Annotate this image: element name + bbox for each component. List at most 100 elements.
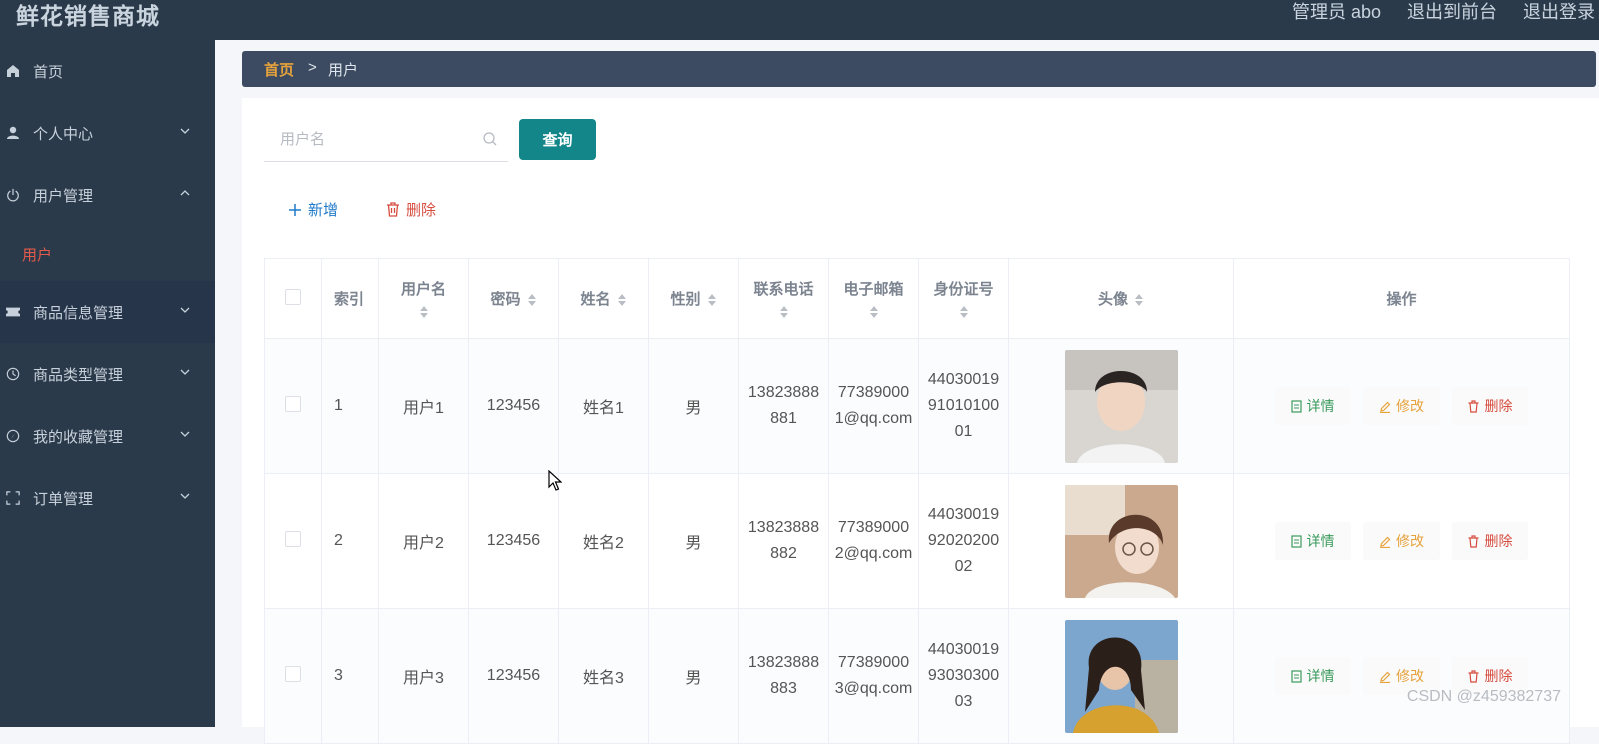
cell-avatar [1008, 338, 1234, 474]
col-phone-label: 联系电话 [753, 281, 814, 298]
avatar-image [1064, 484, 1178, 598]
delete-label: 删除 [1484, 668, 1513, 684]
trash-icon [387, 202, 399, 217]
sidebar-item-label: 商品类型管理 [33, 366, 124, 384]
breadcrumb-current: 用户 [328, 62, 359, 79]
col-avatar[interactable]: 头像 [1008, 258, 1234, 339]
cell-email: 773890002@qq.com [828, 473, 919, 609]
search-icon[interactable] [482, 131, 498, 147]
col-gender-label: 性别 [670, 291, 701, 308]
col-password-label: 密码 [490, 291, 521, 308]
sidebar-item-favorites[interactable]: 我的收藏管理 [0, 405, 215, 467]
sort-icon[interactable] [527, 293, 537, 307]
cell-username: 用户2 [378, 473, 469, 609]
idcard-text: 440300199303030003 [927, 641, 1000, 710]
exit-to-frontend-link[interactable]: 退出到前台 [1407, 0, 1497, 26]
col-avatar-label: 头像 [1097, 291, 1128, 308]
avatar-image [1064, 619, 1178, 733]
detail-button[interactable]: 详情 [1274, 387, 1351, 425]
cell-index: 1 [321, 338, 379, 474]
col-email-label: 电子邮箱 [843, 281, 904, 298]
cell-phone: 13823888882 [738, 473, 829, 609]
admin-user-link[interactable]: 管理员 abo [1292, 0, 1381, 26]
chevron-up-icon [180, 188, 190, 198]
edit-label: 修改 [1396, 398, 1424, 414]
col-password[interactable]: 密码 [468, 258, 559, 339]
chevron-down-icon [180, 126, 190, 136]
sort-icon[interactable] [869, 305, 879, 319]
pencil-icon [1380, 536, 1391, 549]
users-table: 索引 用户名 密码 姓名 性别 联系电话 电子邮箱 身份证号 头像 操作 1 用… [264, 258, 1570, 744]
add-button[interactable]: 新增 [288, 199, 338, 220]
search-field [264, 118, 508, 162]
mouse-cursor-icon [548, 470, 562, 491]
row-checkbox[interactable] [285, 665, 301, 682]
idcard-text: 440300199101010001 [927, 371, 1000, 440]
sort-icon[interactable] [707, 293, 717, 307]
email-text: 773890001@qq.com [834, 384, 913, 427]
pencil-icon [1380, 401, 1391, 414]
col-username-label: 用户名 [400, 281, 446, 298]
document-icon [1290, 535, 1302, 548]
cell-gender: 男 [648, 473, 739, 609]
chevron-down-icon [180, 429, 190, 439]
sort-icon[interactable] [1134, 293, 1144, 307]
col-username[interactable]: 用户名 [378, 258, 469, 339]
cell-avatar [1008, 473, 1234, 609]
sidebar-item-product-info[interactable]: 商品信息管理 [0, 281, 215, 343]
col-idcard-label: 身份证号 [933, 281, 994, 298]
sidebar-item-personal-center[interactable]: 个人中心 [0, 102, 215, 164]
cell-avatar [1008, 608, 1234, 744]
cell-password: 123456 [468, 338, 559, 474]
sort-icon[interactable] [959, 305, 969, 319]
ticket-icon [6, 305, 20, 319]
col-index: 索引 [321, 258, 379, 339]
edit-label: 修改 [1396, 533, 1424, 549]
sort-icon[interactable] [419, 305, 429, 319]
row-checkbox[interactable] [285, 530, 301, 547]
row-checkbox[interactable] [285, 395, 301, 412]
document-icon [1290, 400, 1302, 413]
detail-button[interactable]: 详情 [1274, 522, 1351, 560]
col-gender[interactable]: 性别 [648, 258, 739, 339]
sidebar: 首页 个人中心 用户管理 用户 商品信息管理 商品类型管理 我的收藏管理 订单管… [0, 40, 215, 727]
edit-button[interactable]: 修改 [1363, 522, 1440, 560]
col-phone[interactable]: 联系电话 [738, 258, 829, 339]
detail-button[interactable]: 详情 [1274, 657, 1351, 695]
sidebar-item-orders[interactable]: 订单管理 [0, 467, 215, 529]
col-name[interactable]: 姓名 [558, 258, 649, 339]
col-idcard[interactable]: 身份证号 [918, 258, 1009, 339]
sidebar-item-label: 首页 [33, 63, 64, 81]
delete-button[interactable]: 删除 [1452, 387, 1529, 425]
batch-delete-button[interactable]: 删除 [386, 199, 436, 220]
phone-text: 13823888882 [747, 519, 820, 562]
edit-button[interactable]: 修改 [1363, 387, 1440, 425]
cell-name: 姓名2 [558, 473, 649, 609]
sidebar-item-label: 我的收藏管理 [33, 428, 124, 446]
sidebar-item-label: 个人中心 [33, 125, 94, 143]
sidebar-item-label: 用户管理 [33, 187, 94, 205]
user-icon [6, 126, 20, 140]
trash-icon [1468, 535, 1479, 548]
sidebar-item-product-type[interactable]: 商品类型管理 [0, 343, 215, 405]
chevron-down-icon [180, 491, 190, 501]
sort-icon[interactable] [617, 293, 627, 307]
breadcrumb-home[interactable]: 首页 [264, 59, 294, 80]
col-email[interactable]: 电子邮箱 [828, 258, 919, 339]
select-all-checkbox[interactable] [285, 288, 301, 305]
cell-username: 用户1 [378, 338, 469, 474]
trash-icon [1468, 400, 1479, 413]
sidebar-item-user-management[interactable]: 用户管理 [0, 164, 215, 226]
detail-label: 详情 [1306, 533, 1335, 549]
sort-icon[interactable] [779, 305, 789, 319]
delete-button[interactable]: 删除 [1452, 522, 1529, 560]
logout-link[interactable]: 退出登录 [1523, 0, 1595, 26]
query-button[interactable]: 查询 [519, 119, 596, 160]
cell-gender: 男 [648, 608, 739, 744]
batch-delete-label: 删除 [406, 202, 437, 219]
cell-password: 123456 [468, 473, 559, 609]
sidebar-item-home[interactable]: 首页 [0, 40, 215, 102]
cell-name: 姓名3 [558, 608, 649, 744]
search-input[interactable] [264, 118, 482, 160]
sidebar-subitem-users[interactable]: 用户 [22, 244, 52, 265]
